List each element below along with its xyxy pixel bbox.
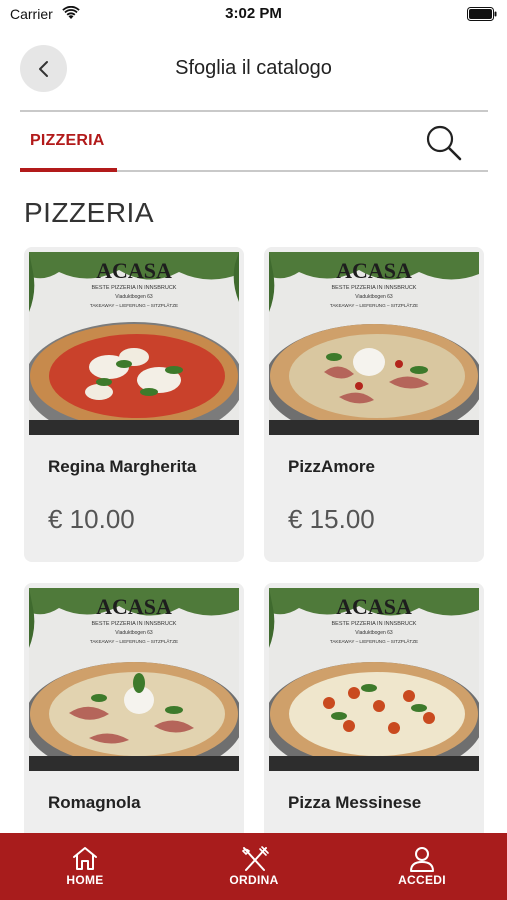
bottom-nav: HOME ORDINA ACCEDI xyxy=(0,833,507,900)
tab-pizzeria[interactable]: PIZZERIA xyxy=(20,112,117,172)
nav-home[interactable]: HOME xyxy=(25,833,145,900)
product-card-pizzamore[interactable]: ACASA BESTE PIZZERIA IN INNSBRUCK Viaduk… xyxy=(264,247,484,562)
product-image: ACASA BESTE PIZZERIA IN INNSBRUCK Viaduk… xyxy=(269,252,479,435)
section-title: PIZZERIA xyxy=(24,197,155,228)
svg-text:BESTE PIZZERIA IN INNSBRUCK: BESTE PIZZERIA IN INNSBRUCK xyxy=(332,621,417,627)
page-title: Sfoglia il catalogo xyxy=(175,57,332,79)
nav-order[interactable]: ORDINA xyxy=(194,833,314,900)
svg-text:TAKEAWAY – LIEFERUNG – SITZPLÄ: TAKEAWAY – LIEFERUNG – SITZPLÄTZE xyxy=(90,302,178,308)
pizza-photo: ACASA BESTE PIZZERIA IN INNSBRUCK Viaduk… xyxy=(269,588,479,771)
search-button[interactable] xyxy=(423,122,465,164)
nav-label: HOME xyxy=(66,873,104,887)
product-price: € 10.00 xyxy=(48,504,135,534)
pizza-photo: ACASA BESTE PIZZERIA IN INNSBRUCK Viaduk… xyxy=(29,588,239,771)
nav-login[interactable]: ACCEDI xyxy=(362,833,482,900)
product-image: ACASA BESTE PIZZERIA IN INNSBRUCK Viaduk… xyxy=(29,252,239,435)
user-icon xyxy=(410,847,434,872)
svg-text:Viaduktbogen 63: Viaduktbogen 63 xyxy=(355,294,393,300)
active-tab-indicator xyxy=(20,168,117,172)
svg-text:ACASA: ACASA xyxy=(336,258,412,283)
svg-text:BESTE PIZZERIA IN INNSBRUCK: BESTE PIZZERIA IN INNSBRUCK xyxy=(92,621,177,627)
svg-text:TAKEAWAY – LIEFERUNG – SITZPLÄ: TAKEAWAY – LIEFERUNG – SITZPLÄTZE xyxy=(330,302,418,308)
fork-knife-icon xyxy=(241,846,269,871)
svg-text:ACASA: ACASA xyxy=(336,594,412,619)
svg-text:ACASA: ACASA xyxy=(96,594,172,619)
tab-divider xyxy=(117,170,488,172)
pizza-photo: ACASA BESTE PIZZERIA IN INNSBRUCK Viaduk… xyxy=(269,252,479,435)
product-card-pizza-messinese[interactable]: ACASA BESTE PIZZERIA IN INNSBRUCK Viaduk… xyxy=(264,583,484,843)
status-bar: Carrier 3:02 PM xyxy=(0,0,507,30)
search-icon xyxy=(426,125,462,161)
product-name: Pizza Messinese xyxy=(288,793,422,812)
product-price: € 15.00 xyxy=(288,504,375,534)
product-image: ACASA BESTE PIZZERIA IN INNSBRUCK Viaduk… xyxy=(269,588,479,771)
product-image: ACASA BESTE PIZZERIA IN INNSBRUCK Viaduk… xyxy=(29,588,239,771)
svg-text:Viaduktbogen 63: Viaduktbogen 63 xyxy=(115,630,153,636)
svg-text:TAKEAWAY – LIEFERUNG – SITZPLÄ: TAKEAWAY – LIEFERUNG – SITZPLÄTZE xyxy=(330,638,418,644)
catalog-screen: Carrier 3:02 PM Sfoglia il catalogo PIZZ… xyxy=(0,0,507,900)
svg-text:TAKEAWAY – LIEFERUNG – SITZPLÄ: TAKEAWAY – LIEFERUNG – SITZPLÄTZE xyxy=(90,638,178,644)
nav-label: ACCEDI xyxy=(398,873,446,887)
pizza-photo: ACASA BESTE PIZZERIA IN INNSBRUCK Viaduk… xyxy=(29,252,239,435)
battery-icon xyxy=(467,7,497,21)
svg-text:ACASA: ACASA xyxy=(96,258,172,283)
svg-text:Viaduktbogen 63: Viaduktbogen 63 xyxy=(355,630,393,636)
product-card-romagnola[interactable]: ACASA BESTE PIZZERIA IN INNSBRUCK Viaduk… xyxy=(24,583,244,843)
nav-label: ORDINA xyxy=(229,873,279,887)
product-name: PizzAmore xyxy=(288,457,375,476)
status-time: 3:02 PM xyxy=(225,5,282,22)
svg-text:BESTE PIZZERIA IN INNSBRUCK: BESTE PIZZERIA IN INNSBRUCK xyxy=(332,285,417,291)
svg-text:BESTE PIZZERIA IN INNSBRUCK: BESTE PIZZERIA IN INNSBRUCK xyxy=(92,285,177,291)
tab-label: PIZZERIA xyxy=(30,132,105,149)
product-card-regina-margherita[interactable]: ACASA BESTE PIZZERIA IN INNSBRUCK Viaduk… xyxy=(24,247,244,562)
product-name: Romagnola xyxy=(48,793,141,812)
svg-text:Viaduktbogen 63: Viaduktbogen 63 xyxy=(115,294,153,300)
home-icon xyxy=(73,847,97,870)
product-name: Regina Margherita xyxy=(48,457,197,476)
